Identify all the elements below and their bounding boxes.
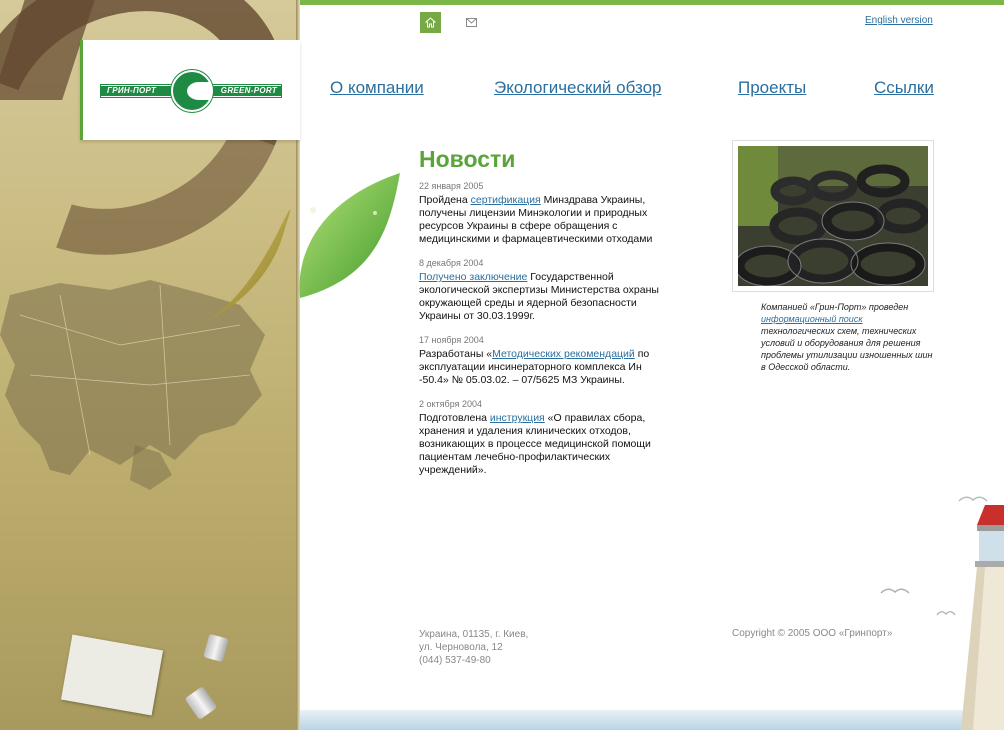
news-title: Новости (419, 146, 516, 172)
news-text: Пройдена сертификация Минздрава Украины,… (419, 194, 669, 246)
news-text: Получено заключение Государственной экол… (419, 271, 669, 323)
phone-number: (044) 537-49-80 (419, 655, 491, 666)
mail-button[interactable] (465, 16, 477, 28)
news-date: 2 октября 2004 (419, 399, 482, 409)
cup-illustration (203, 633, 229, 663)
news-text-before: Разработаны « (419, 348, 493, 360)
news-date: 22 января 2005 (419, 181, 484, 191)
lighthouse-illustration (961, 505, 1004, 730)
address-line: ул. Черновола, 12 (419, 642, 503, 653)
logo-text-ru: ГРИН-ПОРТ (107, 86, 157, 95)
caption-link-info-search[interactable]: информационный поиск (761, 314, 863, 324)
news-item: 22 января 2005 Пройдена сертификация Мин… (419, 181, 669, 246)
logo-emblem-icon (171, 70, 213, 112)
news-text-before: Подготовлена (419, 412, 490, 424)
copyright-text: Copyright © 2005 ООО «Гринпорт» (732, 628, 893, 639)
seagull-icon (880, 588, 910, 594)
seagull-icon (936, 611, 956, 616)
tires-photo (734, 146, 930, 287)
news-item: 17 ноября 2004 Разработаны «Методических… (419, 335, 669, 387)
address-line: Украина, 01135, г. Киев, (419, 629, 529, 640)
news-item: 8 декабря 2004 Получено заключение Госуд… (419, 258, 669, 323)
logo-text-en: GREEN-PORT (220, 86, 277, 95)
news-list: 22 января 2005 Пройдена сертификация Мин… (419, 181, 669, 489)
news-date: 8 декабря 2004 (419, 258, 484, 268)
home-button[interactable] (420, 12, 441, 33)
green-port-logo[interactable]: ГРИН-ПОРТ GREEN-PORT (100, 70, 282, 112)
leaf-illustration (190, 173, 400, 328)
caption-text-before: Компанией «Грин-Порт» проведен (761, 302, 909, 312)
news-link-instruction[interactable]: инструкция (490, 412, 545, 424)
news-text: Разработаны «Методических рекомендаций п… (419, 348, 669, 387)
caption-text-after: технологических схем, технических услови… (761, 326, 933, 372)
nav-item-projects[interactable]: Проекты (738, 78, 806, 98)
bottom-water-strip (300, 710, 1004, 730)
footer-address: Украина, 01135, г. Киев, ул. Черновола, … (419, 628, 528, 667)
news-link-certification[interactable]: сертификация (471, 194, 541, 206)
cup-illustration (184, 686, 218, 720)
logo-box[interactable]: ГРИН-ПОРТ GREEN-PORT (80, 40, 300, 140)
news-link-recommendations[interactable]: Методических рекомендаций (492, 348, 635, 360)
home-icon (425, 17, 436, 28)
news-item: 2 октября 2004 Подготовлена инструкция «… (419, 399, 669, 477)
news-text-before: Пройдена (419, 194, 471, 206)
news-link-conclusion[interactable]: Получено заключение (419, 271, 527, 283)
news-text: Подготовлена инструкция «О правилах сбор… (419, 412, 669, 477)
nav-item-links[interactable]: Ссылки (874, 78, 934, 98)
mail-icon (465, 17, 477, 27)
english-version-link[interactable]: English version (865, 15, 933, 26)
paper-note-illustration (60, 634, 164, 716)
nav-item-ecology[interactable]: Экологический обзор (494, 78, 662, 98)
nav-item-about[interactable]: О компании (330, 78, 424, 98)
top-accent-line (300, 0, 1004, 5)
news-date: 17 ноября 2004 (419, 335, 484, 345)
photo-caption: Компанией «Грин-Порт» проведен информаци… (761, 301, 936, 373)
photo-frame (732, 140, 934, 292)
